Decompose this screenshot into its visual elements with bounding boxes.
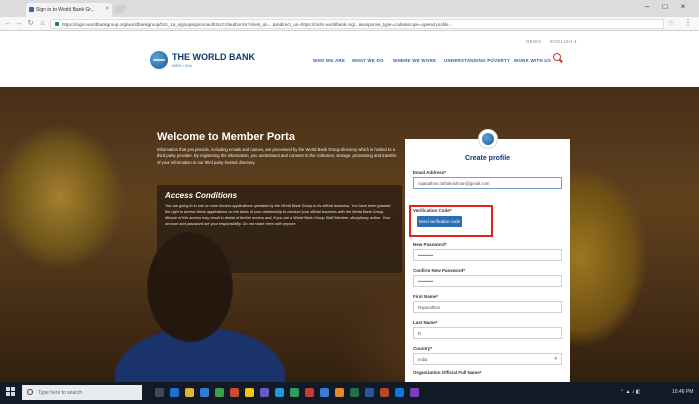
nav-who-we-are[interactable]: WHO WE ARE (313, 58, 345, 63)
app-icon-3[interactable] (260, 388, 269, 397)
app-icon-1[interactable] (215, 388, 224, 397)
email-field[interactable]: rajanathan.rathakrishnan@gmail.com (413, 177, 562, 189)
new-password-label: New Password* (413, 242, 447, 247)
confirm-password-label: Confirm New Password* (413, 268, 466, 273)
verification-code-label: Verification Code* (413, 208, 452, 213)
back-icon[interactable]: ← (3, 19, 12, 28)
app-icon-5[interactable] (290, 388, 299, 397)
taskbar-search-box[interactable]: Type here to search (22, 385, 142, 400)
windows-start-icon[interactable] (6, 387, 16, 397)
nav-understanding-poverty[interactable]: UNDERSTANDING POVERTY (444, 58, 510, 63)
nav-what-we-do[interactable]: WHAT WE DO (352, 58, 384, 63)
taskbar-search-placeholder: Type here to search (38, 390, 83, 396)
access-text: You are going to in one or more Access a… (165, 204, 391, 226)
app-icon-4[interactable] (275, 388, 284, 397)
file-explorer-icon[interactable] (185, 388, 194, 397)
cortana-icon (27, 389, 33, 395)
maximize-icon[interactable]: □ (660, 2, 670, 12)
system-tray-icons[interactable]: ⌃ ▲ ♪ ◧ (620, 389, 641, 395)
taskbar: Type here to search ⌃ ▲ ♪ ◧ 10:46 PM (0, 382, 699, 404)
access-heading: Access Conditions (165, 191, 238, 200)
close-window-icon[interactable]: × (678, 2, 688, 12)
news-link[interactable]: NEWS (526, 39, 541, 44)
new-tab-button[interactable] (113, 5, 127, 13)
tab-title: Sign in to World Bank Gr... (36, 7, 95, 13)
email-label: Email Address* (413, 170, 446, 175)
country-label: Country* (413, 346, 432, 351)
address-bar-row: ← → ↻ ⌂ https://login.worldbankgroup.org… (0, 17, 699, 31)
new-password-field[interactable]: •••••••••• (413, 249, 562, 261)
first-name-field[interactable]: Rajanathan (413, 301, 562, 313)
create-profile-card: Create profile Email Address* rajanathan… (405, 129, 570, 382)
minimize-icon[interactable]: – (642, 2, 652, 12)
site-header: NEWS ENGLISH ▾ THE WORLD BANK IBRD • IDA… (0, 31, 699, 87)
powerpoint-icon[interactable] (380, 388, 389, 397)
first-name-label: First Name* (413, 294, 439, 299)
favicon-icon (29, 7, 34, 12)
nav-where-we-work[interactable]: WHERE WE WORK (393, 58, 436, 63)
globe-logo-icon (150, 51, 168, 69)
word-icon[interactable] (365, 388, 374, 397)
app-icon-2[interactable] (230, 388, 239, 397)
forward-icon[interactable]: → (14, 19, 23, 28)
reload-icon[interactable]: ↻ (26, 19, 35, 28)
app-icon-8[interactable] (335, 388, 344, 397)
brand-tagline: IBRD • IDA (172, 63, 192, 68)
task-view-icon[interactable] (155, 388, 164, 397)
home-icon[interactable]: ⌂ (38, 19, 47, 28)
url-text: https://login.worldbankgroup.org/worldba… (62, 22, 453, 27)
language-selector[interactable]: ENGLISH ▾ (550, 39, 577, 45)
organization-name-label: Organization Official Full Name* (413, 370, 482, 375)
access-conditions-box: Access Conditions You are going to in on… (157, 185, 402, 273)
country-select[interactable]: India (413, 353, 562, 365)
bookmark-star-icon[interactable]: ☆ (668, 19, 674, 27)
lock-icon (55, 22, 59, 26)
search-icon[interactable] (553, 53, 561, 61)
chrome-icon[interactable] (245, 388, 254, 397)
hero-intro: Information that you provide, including … (157, 147, 397, 165)
outlook-icon[interactable] (395, 388, 404, 397)
confirm-password-field[interactable]: •••••••••• (413, 275, 562, 287)
app-icon-9[interactable] (410, 388, 419, 397)
browser-menu-icon[interactable]: ⋮ (684, 18, 692, 27)
form-title: Create profile (464, 155, 511, 162)
last-name-label: Last Name* (413, 320, 438, 325)
last-name-field[interactable]: R (413, 327, 562, 339)
close-tab-icon[interactable]: × (105, 6, 109, 12)
hero-title: Welcome to Member Porta (157, 131, 295, 143)
screen: Sign in to World Bank Gr... × – □ × ← → … (0, 0, 699, 404)
clock[interactable]: 10:46 PM (672, 389, 693, 395)
nav-work-with-us[interactable]: WORK WITH US (514, 58, 551, 63)
edge-icon[interactable] (170, 388, 179, 397)
web-page: NEWS ENGLISH ▾ THE WORLD BANK IBRD • IDA… (0, 31, 699, 382)
url-field[interactable]: https://login.worldbankgroup.org/worldba… (50, 19, 664, 29)
hero-banner: Welcome to Member Porta Information that… (0, 87, 699, 382)
excel-icon[interactable] (350, 388, 359, 397)
store-icon[interactable] (200, 388, 209, 397)
send-verification-code-button[interactable]: Send verification code (417, 216, 462, 227)
browser-tab-bar: Sign in to World Bank Gr... × – □ × (0, 0, 699, 17)
globe-icon (478, 129, 498, 149)
app-icon-6[interactable] (305, 388, 314, 397)
browser-tab[interactable]: Sign in to World Bank Gr... × (26, 3, 112, 17)
brand-name: THE WORLD BANK (172, 52, 255, 62)
app-icon-7[interactable] (320, 388, 329, 397)
